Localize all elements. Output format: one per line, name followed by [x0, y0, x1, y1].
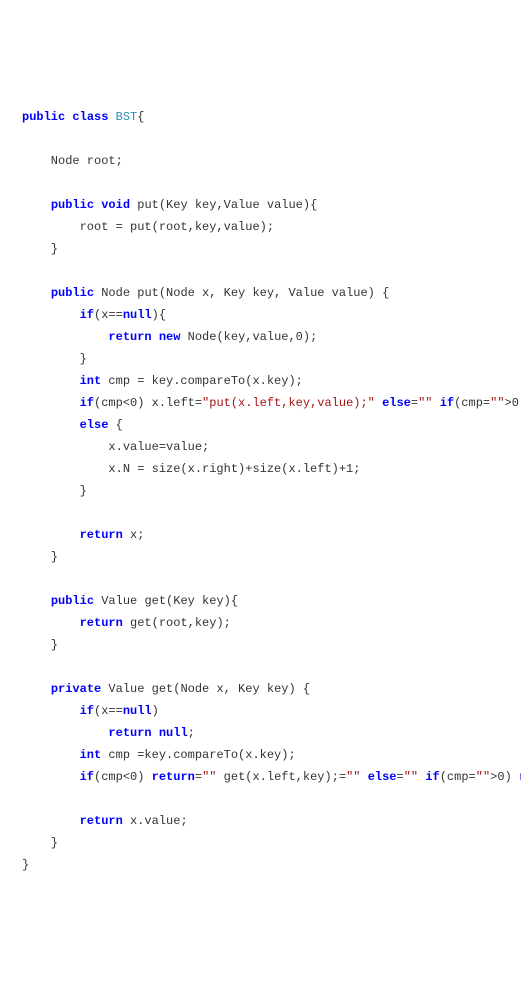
line: public Node put(Node x, Key key, Value v…: [22, 286, 389, 300]
line: return get(root,key);: [22, 616, 231, 630]
line: int cmp =key.compareTo(x.key);: [22, 748, 296, 762]
line: if(x==null): [22, 704, 159, 718]
line: if(cmp<0) x.left="put(x.left,key,value);…: [22, 396, 521, 410]
line: root = put(root,key,value);: [22, 220, 274, 234]
line: }: [22, 858, 29, 872]
line: return x.value;: [22, 814, 188, 828]
line: }: [22, 484, 87, 498]
line: if(x==null){: [22, 308, 166, 322]
line: }: [22, 242, 58, 256]
line: if(cmp<0) return="" get(x.left,key);="" …: [22, 770, 521, 784]
line: return null;: [22, 726, 195, 740]
line: return x;: [22, 528, 144, 542]
line: public void put(Key key,Value value){: [22, 198, 317, 212]
line: int cmp = key.compareTo(x.key);: [22, 374, 303, 388]
line: }: [22, 638, 58, 652]
line: else {: [22, 418, 123, 432]
line: Node root;: [22, 154, 123, 168]
line: x.N = size(x.right)+size(x.left)+1;: [22, 462, 360, 476]
line: return new Node(key,value,0);: [22, 330, 317, 344]
line: }: [22, 836, 58, 850]
line: }: [22, 352, 87, 366]
code-block: public class BST{ Node root; public void…: [22, 106, 499, 876]
line: x.value=value;: [22, 440, 209, 454]
line: public class BST{: [22, 110, 144, 124]
line: private Value get(Node x, Key key) {: [22, 682, 310, 696]
line: public Value get(Key key){: [22, 594, 238, 608]
line: }: [22, 550, 58, 564]
